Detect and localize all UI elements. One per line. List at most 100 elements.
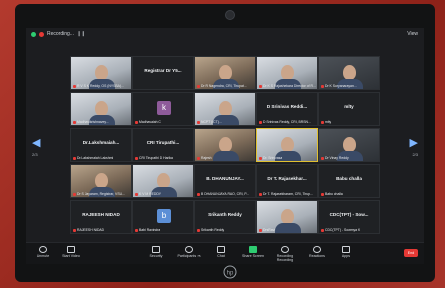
participant-tile[interactable]: R V S K Reddy, OS (NYSBA)... <box>70 56 132 90</box>
avatar: k <box>157 101 171 115</box>
participant-tile[interactable]: Dr R Nagendra, CRI, Tirupat... <box>194 56 256 90</box>
participant-name-label: Madhavikrishnavey... <box>73 120 109 124</box>
participant-tile[interactable]: Dr Vinay Reddy <box>318 128 380 162</box>
microphone-muted-icon <box>197 120 200 124</box>
participant-tile[interactable]: CDC(TPT) - Sow... CDC(TPT) - Sowmya K <box>318 200 380 234</box>
participant-tile[interactable]: D Srinivas Reddi... D Srinivas Reddy, CRI… <box>256 92 318 126</box>
security-button[interactable]: Security <box>141 246 171 258</box>
participant-video-head <box>281 209 294 224</box>
microphone-muted-icon <box>73 84 76 88</box>
security-label: Security <box>149 254 163 258</box>
chat-bubble-icon <box>217 246 225 253</box>
recording-button[interactable]: Recording Recording <box>270 246 300 262</box>
participant-tile[interactable]: Registrar Dr Y5... <box>132 56 194 90</box>
microphone-muted-icon <box>259 120 262 124</box>
microphone-muted-icon <box>321 228 324 232</box>
participant-name-text: Babi Ravindra <box>139 228 161 232</box>
participant-tile[interactable]: Dr. Srinivasa <box>256 128 318 162</box>
participant-name-text: Dr S Jayaram, Registrar, VSU... <box>77 192 125 196</box>
participant-name-text: Madhavikrishnavey... <box>77 120 109 124</box>
top-bar: Recording... ❙❙ View <box>26 28 424 42</box>
microphone-muted-icon <box>197 228 200 232</box>
meeting-toolbar: Unmute Start Video Security Participants… <box>26 242 424 264</box>
participant-tile[interactable]: Madhavikrishnavey... <box>70 92 132 126</box>
participants-count: 75 <box>197 254 201 258</box>
participant-display-name: Dr.Lakshmaiah... <box>82 140 120 145</box>
participant-name-label: Dr K S Rajashekara Director of R... <box>259 84 316 88</box>
apps-button[interactable]: Apps <box>331 246 361 258</box>
participant-tile[interactable]: mlty mlty <box>318 92 380 126</box>
pause-stop-icon[interactable]: ❙❙ <box>77 31 85 37</box>
participant-video-head <box>157 173 170 188</box>
share-screen-label: Share Screen <box>242 254 264 258</box>
participant-name-label: Dr R Nagendra, CRI, Tirupat... <box>197 84 247 88</box>
share-screen-button[interactable]: Share Screen <box>238 246 268 258</box>
participant-display-name: D Srinivas Reddi... <box>266 104 308 109</box>
participant-display-name: Dr T. Rajasekhar... <box>267 176 307 181</box>
video-camera-icon <box>67 246 75 253</box>
participant-tile[interactable]: Dr K S Rajashekara Director of R... <box>256 56 318 90</box>
prev-page-number: 2/3 <box>32 152 38 157</box>
participant-name-text: Dr.Lakshmaiah Lakshmi <box>77 156 114 160</box>
participant-tile[interactable]: DrsRavi <box>256 200 318 234</box>
prev-page-arrow-icon[interactable]: ◀ <box>32 136 40 149</box>
participant-tile[interactable]: K V M REDDY <box>132 164 194 198</box>
next-page-arrow-icon[interactable]: ▶ <box>410 136 418 149</box>
end-meeting-button[interactable]: End <box>404 249 418 257</box>
participant-name-text: B DHANUNJAYA RAO, CRI, P... <box>201 192 250 196</box>
unmute-button[interactable]: Unmute <box>28 246 58 258</box>
zoom-meeting-screen: Recording... ❙❙ View ◀ 2/3 ▶ 2/3 R V S K… <box>26 28 424 264</box>
participant-name-label: D Srinivas Reddy, CRI, BRSN... <box>259 120 311 124</box>
microphone-muted-icon <box>135 120 138 124</box>
microphone-muted-icon <box>321 156 324 160</box>
participants-button[interactable]: Participants 75 <box>174 246 204 258</box>
microphone-muted-icon <box>197 84 200 88</box>
participant-video-head <box>95 101 108 116</box>
recording-indicator[interactable]: Recording... ❙❙ <box>31 31 85 37</box>
microphone-muted-icon <box>73 228 76 232</box>
start-video-button[interactable]: Start Video <box>56 246 86 258</box>
participant-tile[interactable]: NCPT (ICT)... <box>194 92 256 126</box>
participant-name-text: CRI Tirupathi D Harika <box>139 156 173 160</box>
participant-tile[interactable]: Dr S Jayaram, Registrar, VSU... <box>70 164 132 198</box>
participant-name-label: mlty <box>321 120 331 124</box>
participant-name-label: Madhavaiah C <box>135 120 161 124</box>
shield-icon <box>152 246 160 253</box>
participant-name-text: Dr. Srinivasa <box>263 156 283 160</box>
participant-tile[interactable]: b Babi Ravindra <box>132 200 194 234</box>
reactions-button[interactable]: Reactions <box>302 246 332 258</box>
participant-name-label: CDC(TPT) - Sowmya K <box>321 228 360 232</box>
participant-display-name: Babu challa <box>336 176 362 181</box>
record-icon <box>39 31 44 37</box>
participant-name-label: K V M REDDY <box>135 192 161 196</box>
participant-tile[interactable]: Dr T. Rajasekhar... Dr T. Rajasekharam, C… <box>256 164 318 198</box>
participant-name-text: Dr K Suryanarayan... <box>325 84 357 88</box>
participant-name-text: NCPT (ICT)... <box>201 120 222 124</box>
avatar: b <box>157 209 171 223</box>
webcam <box>225 10 235 20</box>
participant-video-head <box>281 137 294 152</box>
participant-tile[interactable]: Babu challa Babu challa <box>318 164 380 198</box>
participant-name-text: Srikanth Reddy <box>201 228 225 232</box>
participant-name-label: CRI Tirupathi D Harika <box>135 156 173 160</box>
microphone-muted-icon <box>321 84 324 88</box>
participant-video-body <box>275 223 301 233</box>
participant-tile[interactable]: RAJEESH NIDAD RAJEESH NIDAD <box>70 200 132 234</box>
participant-tile[interactable]: B. DHANUNJAY... B DHANUNJAYA RAO, CRI, P.… <box>194 164 256 198</box>
smiley-icon <box>313 246 321 253</box>
participant-tile[interactable]: k Madhavaiah C <box>132 92 194 126</box>
apps-grid-icon <box>342 246 350 253</box>
participant-tile[interactable]: Rajesh <box>194 128 256 162</box>
participant-tile[interactable]: CRI Tirupathi... CRI Tirupathi D Harika <box>132 128 194 162</box>
view-button[interactable]: View <box>407 31 418 37</box>
shield-icon <box>31 31 36 37</box>
microphone-muted-icon <box>259 84 262 88</box>
hp-logo: hp <box>223 265 237 279</box>
participant-tile[interactable]: Srikanth Reddy Srikanth Reddy <box>194 200 256 234</box>
participant-name-label: Rajesh <box>197 156 212 160</box>
participant-name-label: Babu challa <box>321 192 343 196</box>
chat-button[interactable]: Chat <box>206 246 236 258</box>
participant-tile[interactable]: Dr.Lakshmaiah... Dr.Lakshmaiah Lakshmi <box>70 128 132 162</box>
participant-tile[interactable]: Dr K Suryanarayan... <box>318 56 380 90</box>
participant-name-text: CDC(TPT) - Sowmya K <box>325 228 361 232</box>
